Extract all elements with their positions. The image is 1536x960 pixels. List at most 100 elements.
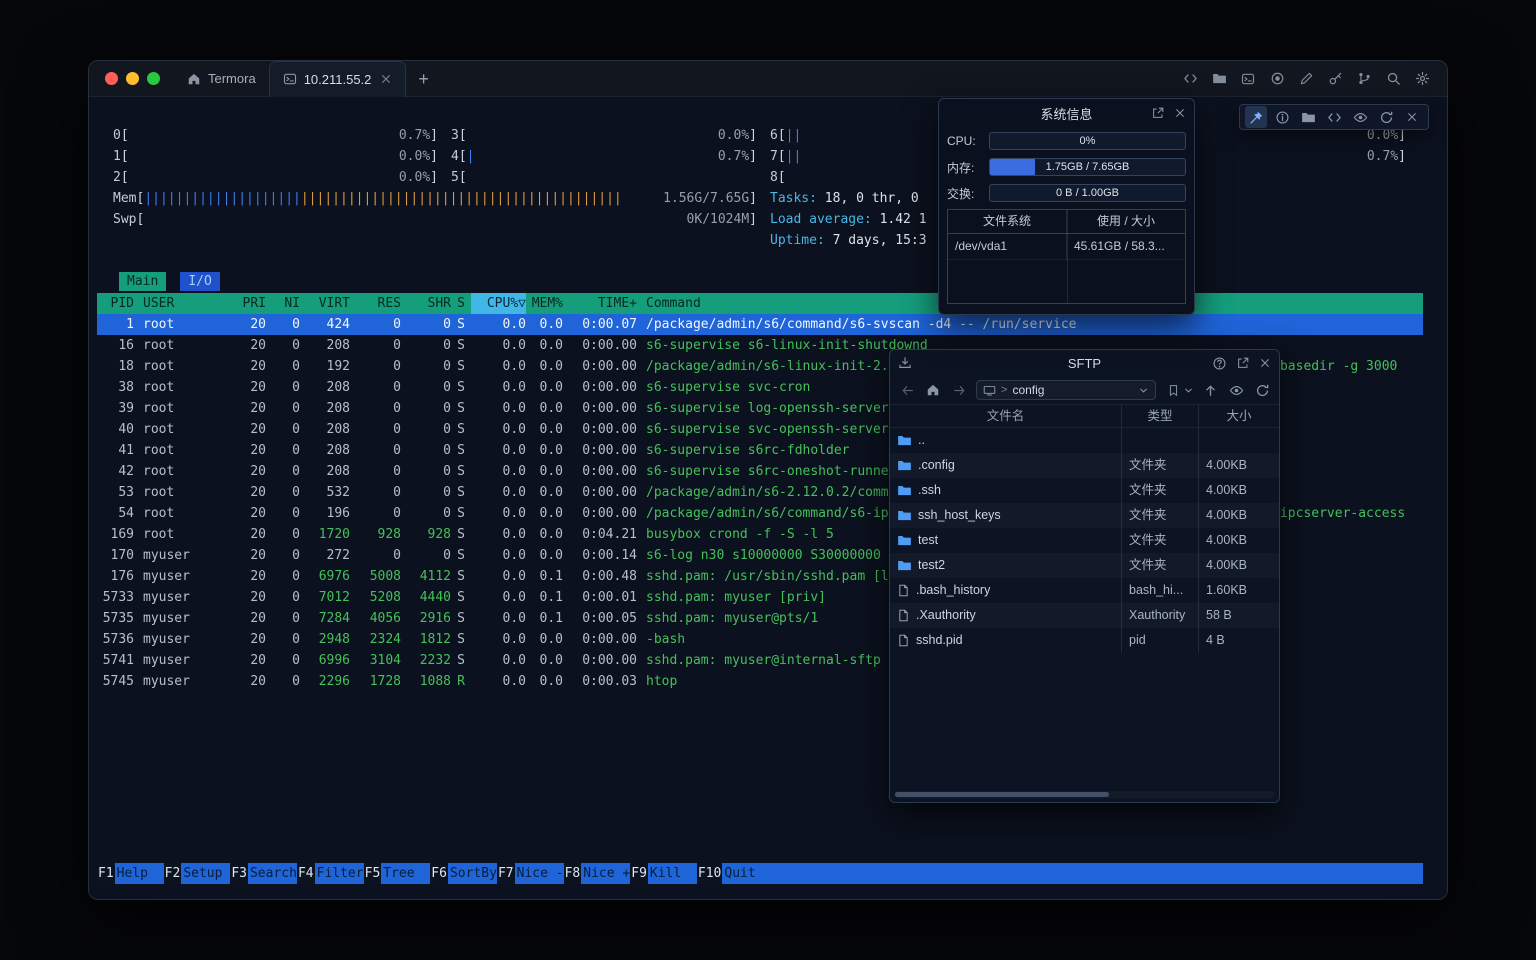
new-tab-button[interactable]: + xyxy=(418,70,429,88)
close-icon[interactable] xyxy=(1401,106,1423,128)
file-size: 4.00KB xyxy=(1198,528,1279,553)
chevron-down-icon[interactable] xyxy=(1183,381,1193,399)
fkey-f7[interactable]: F7Nice - xyxy=(497,863,564,884)
column-header-7[interactable]: S xyxy=(451,293,471,314)
close-icon[interactable] xyxy=(1259,357,1271,369)
key-icon[interactable] xyxy=(1324,68,1346,90)
zoom-window-button[interactable] xyxy=(147,72,160,85)
file-icon xyxy=(897,634,910,647)
fkey-f4[interactable]: F4Filter xyxy=(297,863,364,884)
sftp-file-row[interactable]: test2文件夹4.00KB xyxy=(890,553,1279,578)
fkey-f5[interactable]: F5Tree xyxy=(364,863,431,884)
sftp-file-row[interactable]: .bash_historybash_hi...1.60KB xyxy=(890,578,1279,603)
fkey-f2[interactable]: F2Setup xyxy=(164,863,231,884)
fkey-f9[interactable]: F9Kill xyxy=(630,863,697,884)
eye-icon[interactable] xyxy=(1349,106,1371,128)
sftp-column-0[interactable]: 文件名 xyxy=(890,405,1121,427)
refresh-icon[interactable] xyxy=(1253,381,1271,399)
sftp-file-row[interactable]: test文件夹4.00KB xyxy=(890,528,1279,553)
termora-window: Termora 10.211.55.2 + 0[0.7%]1[0.0%]2[0.… xyxy=(88,60,1448,900)
minimize-window-button[interactable] xyxy=(126,72,139,85)
console-icon[interactable] xyxy=(1237,68,1259,90)
filesystem-table: 文件系统使用 / 大小/dev/vda145.61GB / 58.3... xyxy=(947,209,1186,304)
sftp-toolbar: > config xyxy=(890,376,1279,404)
folder-icon[interactable] xyxy=(1208,68,1230,90)
mem-used-bars: |||||||||||||||||||| xyxy=(144,188,301,209)
fkey-f6[interactable]: F6SortBy xyxy=(430,863,497,884)
sftp-file-row[interactable]: .config文件夹4.00KB xyxy=(890,453,1279,478)
close-tab-icon[interactable] xyxy=(380,73,392,85)
column-header-2[interactable]: PRI xyxy=(234,293,266,314)
download-icon[interactable] xyxy=(898,356,912,370)
info-icon[interactable] xyxy=(1271,106,1293,128)
path-selector[interactable]: > config xyxy=(976,380,1156,400)
memory-meter: Mem[||||||||||||||||||||||||||||||||||||… xyxy=(113,188,757,209)
forward-icon[interactable] xyxy=(950,381,968,399)
show-hidden-icon[interactable] xyxy=(1227,381,1245,399)
close-icon[interactable] xyxy=(1174,107,1186,119)
pencil-icon[interactable] xyxy=(1295,68,1317,90)
sftp-file-row[interactable]: .XauthorityXauthority58 B xyxy=(890,603,1279,628)
cpu-meter-0: 0[0.7%] xyxy=(113,125,438,146)
branch-icon[interactable] xyxy=(1353,68,1375,90)
up-directory-icon[interactable] xyxy=(1201,381,1219,399)
tab-termora[interactable]: Termora xyxy=(174,61,269,97)
help-icon[interactable] xyxy=(1212,356,1227,371)
sftp-column-1[interactable]: 类型 xyxy=(1121,405,1198,427)
file-type: 文件夹 xyxy=(1121,528,1198,553)
fkey-f3[interactable]: F3Search xyxy=(230,863,297,884)
open-in-window-icon[interactable] xyxy=(1151,106,1165,120)
folder-icon[interactable] xyxy=(1297,106,1319,128)
code-icon[interactable] xyxy=(1323,106,1345,128)
refresh-icon[interactable] xyxy=(1375,106,1397,128)
tab-session[interactable]: 10.211.55.2 xyxy=(269,61,407,97)
column-header-1[interactable]: USER xyxy=(134,293,234,314)
column-header-9[interactable]: MEM% xyxy=(526,293,563,314)
process-row-pid-1[interactable]: 1root20042400S0.00.00:00.07/package/admi… xyxy=(97,314,1423,335)
htop-view-tabs: Main I/O xyxy=(119,272,220,293)
function-key-bar: F1HelpF2SetupF3SearchF4FilterF5TreeF6Sor… xyxy=(97,863,1423,884)
system-info-panel: 系统信息 CPU:0%内存:1.75GB / 7.65GB交换:0 B / 1.… xyxy=(938,98,1195,315)
sftp-file-row[interactable]: sshd.pidpid4 B xyxy=(890,628,1279,653)
back-icon[interactable] xyxy=(898,381,916,399)
file-size xyxy=(1198,428,1279,453)
column-header-3[interactable]: NI xyxy=(266,293,300,314)
file-name: .bash_history xyxy=(916,578,990,603)
scrollbar-thumb[interactable] xyxy=(895,792,1109,797)
fkey-f10[interactable]: F10Quit xyxy=(697,863,771,884)
column-header-4[interactable]: VIRT xyxy=(300,293,350,314)
htop-tab-io[interactable]: I/O xyxy=(180,272,219,291)
file-type: Xauthority xyxy=(1121,603,1198,628)
resource-metrics: CPU:0%内存:1.75GB / 7.65GB交换:0 B / 1.00GB xyxy=(939,127,1194,203)
column-header-0[interactable]: PID xyxy=(97,293,134,314)
column-header-5[interactable]: RES xyxy=(350,293,401,314)
metric-bar: 0% xyxy=(989,132,1186,150)
fkey-f1[interactable]: F1Help xyxy=(97,863,164,884)
folder-icon xyxy=(897,433,912,448)
search-icon[interactable] xyxy=(1382,68,1404,90)
terminal-icon xyxy=(283,72,297,86)
file-size: 58 B xyxy=(1198,603,1279,628)
column-header-8[interactable]: CPU%▽ xyxy=(471,293,526,314)
record-icon[interactable] xyxy=(1266,68,1288,90)
sftp-file-row[interactable]: .. xyxy=(890,428,1279,453)
column-header-10[interactable]: TIME+ xyxy=(563,293,637,314)
sftp-file-row[interactable]: .ssh文件夹4.00KB xyxy=(890,478,1279,503)
tab-bar: Termora 10.211.55.2 + xyxy=(89,61,1447,97)
gear-icon[interactable] xyxy=(1411,68,1433,90)
sftp-file-row[interactable]: ssh_host_keys文件夹4.00KB xyxy=(890,503,1279,528)
htop-tab-main[interactable]: Main xyxy=(119,272,166,291)
horizontal-scrollbar[interactable] xyxy=(894,791,1275,798)
open-in-window-icon[interactable] xyxy=(1236,356,1250,370)
bookmark-icon[interactable] xyxy=(1164,381,1182,399)
pin-icon[interactable] xyxy=(1245,106,1267,128)
column-header-6[interactable]: SHR xyxy=(401,293,451,314)
sftp-column-2[interactable]: 大小 xyxy=(1198,405,1279,427)
close-window-button[interactable] xyxy=(105,72,118,85)
cpu-meter-5: 5[ xyxy=(451,167,757,188)
mem-usage-text: 1.56G/7.65G xyxy=(663,188,749,209)
sftp-panel: SFTP > config 文件名类型大小 . xyxy=(889,349,1280,803)
fkey-f8[interactable]: F8Nice + xyxy=(564,863,631,884)
code-icon[interactable] xyxy=(1179,68,1201,90)
home-icon[interactable] xyxy=(924,381,942,399)
